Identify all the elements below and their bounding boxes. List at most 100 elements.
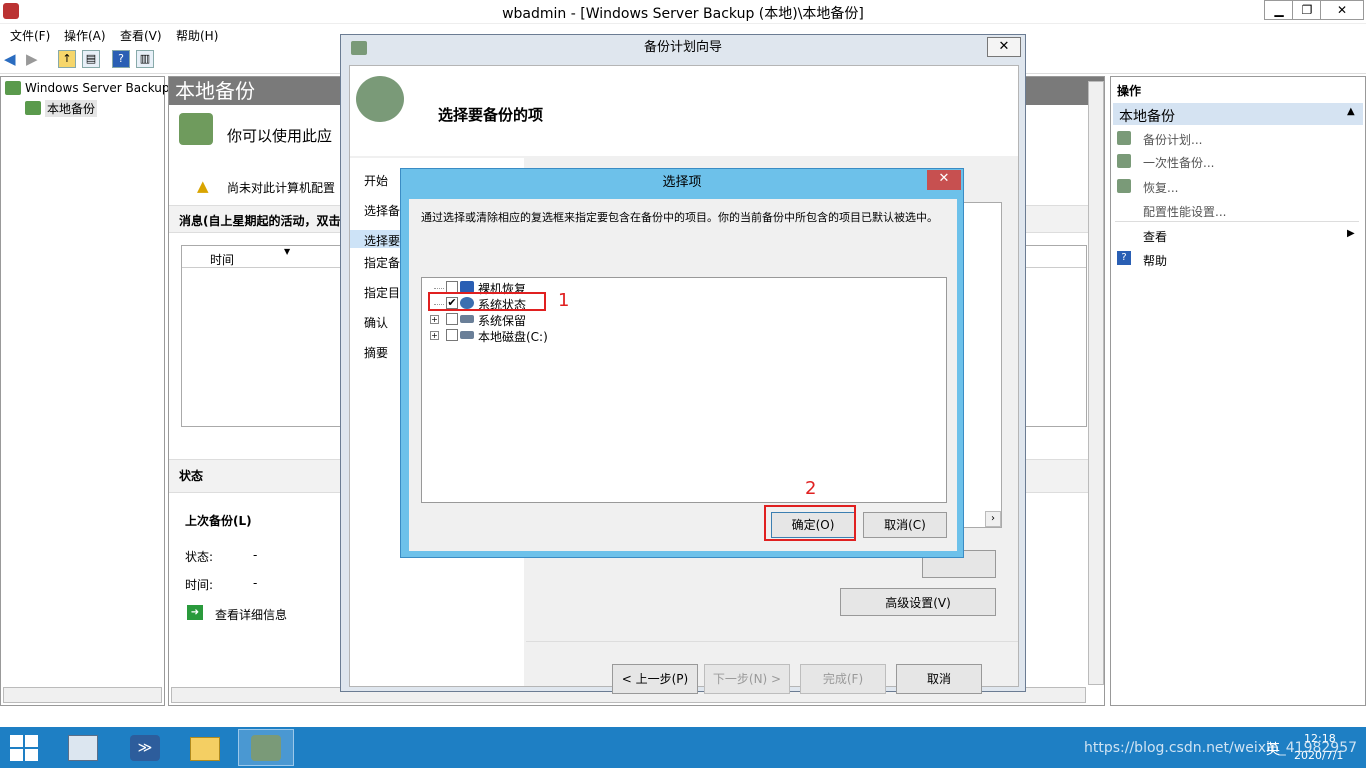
back-arrow-icon[interactable]: ◀ (4, 52, 20, 67)
next-button[interactable]: 下一步(N) > (704, 664, 790, 694)
last-backup-title: 上次备份(L) (185, 514, 252, 528)
content-list-scroll-right[interactable]: › (985, 511, 1001, 527)
view-details-link[interactable]: 查看详细信息 (215, 606, 287, 623)
select-items-dialog: 选择项 ✕ 通过选择或清除相应的复选框来指定要包含在备份中的项目。你的当前备份中… (400, 168, 964, 558)
wizard-cancel-button[interactable]: 取消 (896, 664, 982, 694)
time-label: 时间: (185, 578, 214, 592)
powershell-icon[interactable]: ≫ (118, 729, 174, 766)
step-start: 开始 (364, 174, 389, 188)
wizard-title-bar: 备份计划向导 ✕ (341, 35, 1025, 63)
step-confirm: 确认 (364, 316, 389, 330)
action-help[interactable]: 帮助 (1143, 252, 1167, 269)
backup-large-icon (179, 113, 213, 145)
messages-title: 消息(自上星期起的活动，双击 (179, 214, 341, 228)
warning-icon: ▲ (197, 177, 209, 195)
wizard-close-button[interactable]: ✕ (987, 37, 1021, 57)
clock-date[interactable]: 2020/7/1 (1294, 749, 1343, 762)
forward-arrow-icon[interactable]: ▶ (26, 52, 42, 67)
recover-icon (1117, 179, 1131, 193)
intro-text: 你可以使用此应 (227, 127, 333, 145)
wizard-heading: 选择要备份的项 (438, 106, 544, 124)
menu-action[interactable]: 操作(A) (64, 27, 106, 44)
action-backup-schedule[interactable]: 备份计划... (1143, 131, 1202, 148)
backup-app-icon (5, 81, 21, 95)
wizard-footer-divider (526, 641, 1018, 642)
prev-button[interactable]: < 上一步(P) (612, 664, 698, 694)
tree-item-local-backup[interactable]: 本地备份 (45, 100, 98, 117)
actions-pane: 操作 本地备份 ▲ 备份计划... 一次性备份... 恢复... 配置性能设置.… (1110, 76, 1366, 706)
status-title: 状态 (179, 469, 204, 483)
menu-view[interactable]: 查看(V) (120, 27, 162, 44)
schedule-icon (1117, 131, 1131, 145)
file-explorer-icon[interactable] (178, 729, 234, 766)
console-tree: Windows Server Backup 本地备份 (0, 76, 170, 706)
windows-server-backup-icon[interactable] (238, 729, 294, 766)
status-value: - (253, 548, 258, 562)
time-value: - (253, 576, 258, 590)
submenu-arrow-icon: ▶ (1347, 228, 1355, 239)
advanced-settings-button[interactable]: 高级设置(V) (840, 588, 996, 616)
tree-item-root[interactable]: Windows Server Backup (25, 81, 170, 95)
center-vscrollbar[interactable] (1088, 81, 1104, 685)
main-title-bar: wbadmin - [Windows Server Backup (本地)\本地… (0, 0, 1366, 24)
wizard-banner-icon (356, 76, 404, 122)
step-summary: 摘要 (364, 346, 389, 360)
step-specify-target: 指定目 (364, 286, 401, 300)
column-header-time[interactable]: 时间 (210, 251, 234, 268)
local-backup-icon (25, 101, 41, 115)
taskbar: ≫ https://blog.csdn.net/weixin_41982957 … (0, 727, 1366, 768)
drive-icon (460, 331, 474, 339)
finish-button[interactable]: 完成(F) (800, 664, 886, 694)
item-local-disk[interactable]: 本地磁盘(C:) (478, 328, 548, 345)
action-recover[interactable]: 恢复... (1143, 179, 1178, 196)
step-select-items: 选择要 (364, 234, 401, 248)
details-arrow-icon: ➜ (187, 605, 203, 620)
action-view[interactable]: 查看 (1143, 228, 1167, 245)
wizard-window-icon (351, 41, 367, 55)
annotation-box-system-state (428, 292, 546, 311)
actions-title: 操作 (1117, 84, 1142, 98)
show-tree-icon[interactable]: ▤ (82, 50, 100, 68)
dialog-close-button[interactable]: ✕ (927, 170, 961, 190)
menu-help[interactable]: 帮助(H) (176, 27, 218, 44)
annotation-label-2: 2 (805, 478, 817, 499)
dialog-description: 通过选择或清除相应的复选框来指定要包含在备份中的项目。你的当前备份中所包含的项目… (421, 211, 938, 224)
step-specify-time: 指定备 (364, 256, 401, 270)
status-label: 状态: (185, 550, 214, 564)
ime-indicator[interactable]: 英 (1266, 739, 1280, 759)
warning-text: 尚未对此计算机配置 (227, 181, 336, 195)
collapse-icon[interactable]: ▲ (1347, 106, 1355, 117)
menu-file[interactable]: 文件(F) (10, 27, 50, 44)
expand-system-reserved[interactable]: + (430, 315, 439, 324)
close-button[interactable]: ✕ (1320, 0, 1364, 20)
up-folder-icon[interactable]: ↑ (58, 50, 76, 68)
dialog-title-bar: 选择项 (401, 169, 963, 197)
annotation-box-ok (764, 505, 856, 541)
drive-icon (460, 315, 474, 323)
tree-line (434, 288, 444, 289)
action-one-time-backup[interactable]: 一次性备份... (1143, 154, 1214, 171)
expand-local-disk[interactable]: + (430, 331, 439, 340)
server-manager-icon[interactable] (56, 729, 112, 766)
show-actions-icon[interactable]: ▥ (136, 50, 154, 68)
wizard-banner: 选择要备份的项 (350, 66, 1018, 156)
windows-start-icon[interactable] (10, 735, 38, 761)
item-system-reserved[interactable]: 系统保留 (478, 312, 526, 329)
step-select-config: 选择备 (364, 204, 401, 218)
dialog-title: 选择项 (662, 175, 702, 190)
action-help-icon: ? (1117, 251, 1131, 265)
help-icon[interactable]: ? (112, 50, 130, 68)
clock-time[interactable]: 12:18 (1304, 732, 1336, 745)
dialog-cancel-button[interactable]: 取消(C) (863, 512, 947, 538)
window-title: wbadmin - [Windows Server Backup (本地)\本地… (502, 6, 864, 22)
actions-section-title: 本地备份 (1119, 109, 1175, 125)
sort-desc-icon: ▼ (284, 247, 291, 256)
checkbox-system-reserved[interactable] (446, 313, 458, 325)
wizard-title: 备份计划向导 (643, 40, 722, 55)
checkbox-local-disk[interactable] (446, 329, 458, 341)
tree-hscrollbar[interactable] (3, 687, 162, 703)
action-performance-settings[interactable]: 配置性能设置... (1143, 203, 1226, 220)
maximize-button[interactable]: ❐ (1292, 0, 1322, 20)
dialog-body: 通过选择或清除相应的复选框来指定要包含在备份中的项目。你的当前备份中所包含的项目… (409, 199, 957, 551)
minimize-button[interactable]: ▁ (1264, 0, 1294, 20)
